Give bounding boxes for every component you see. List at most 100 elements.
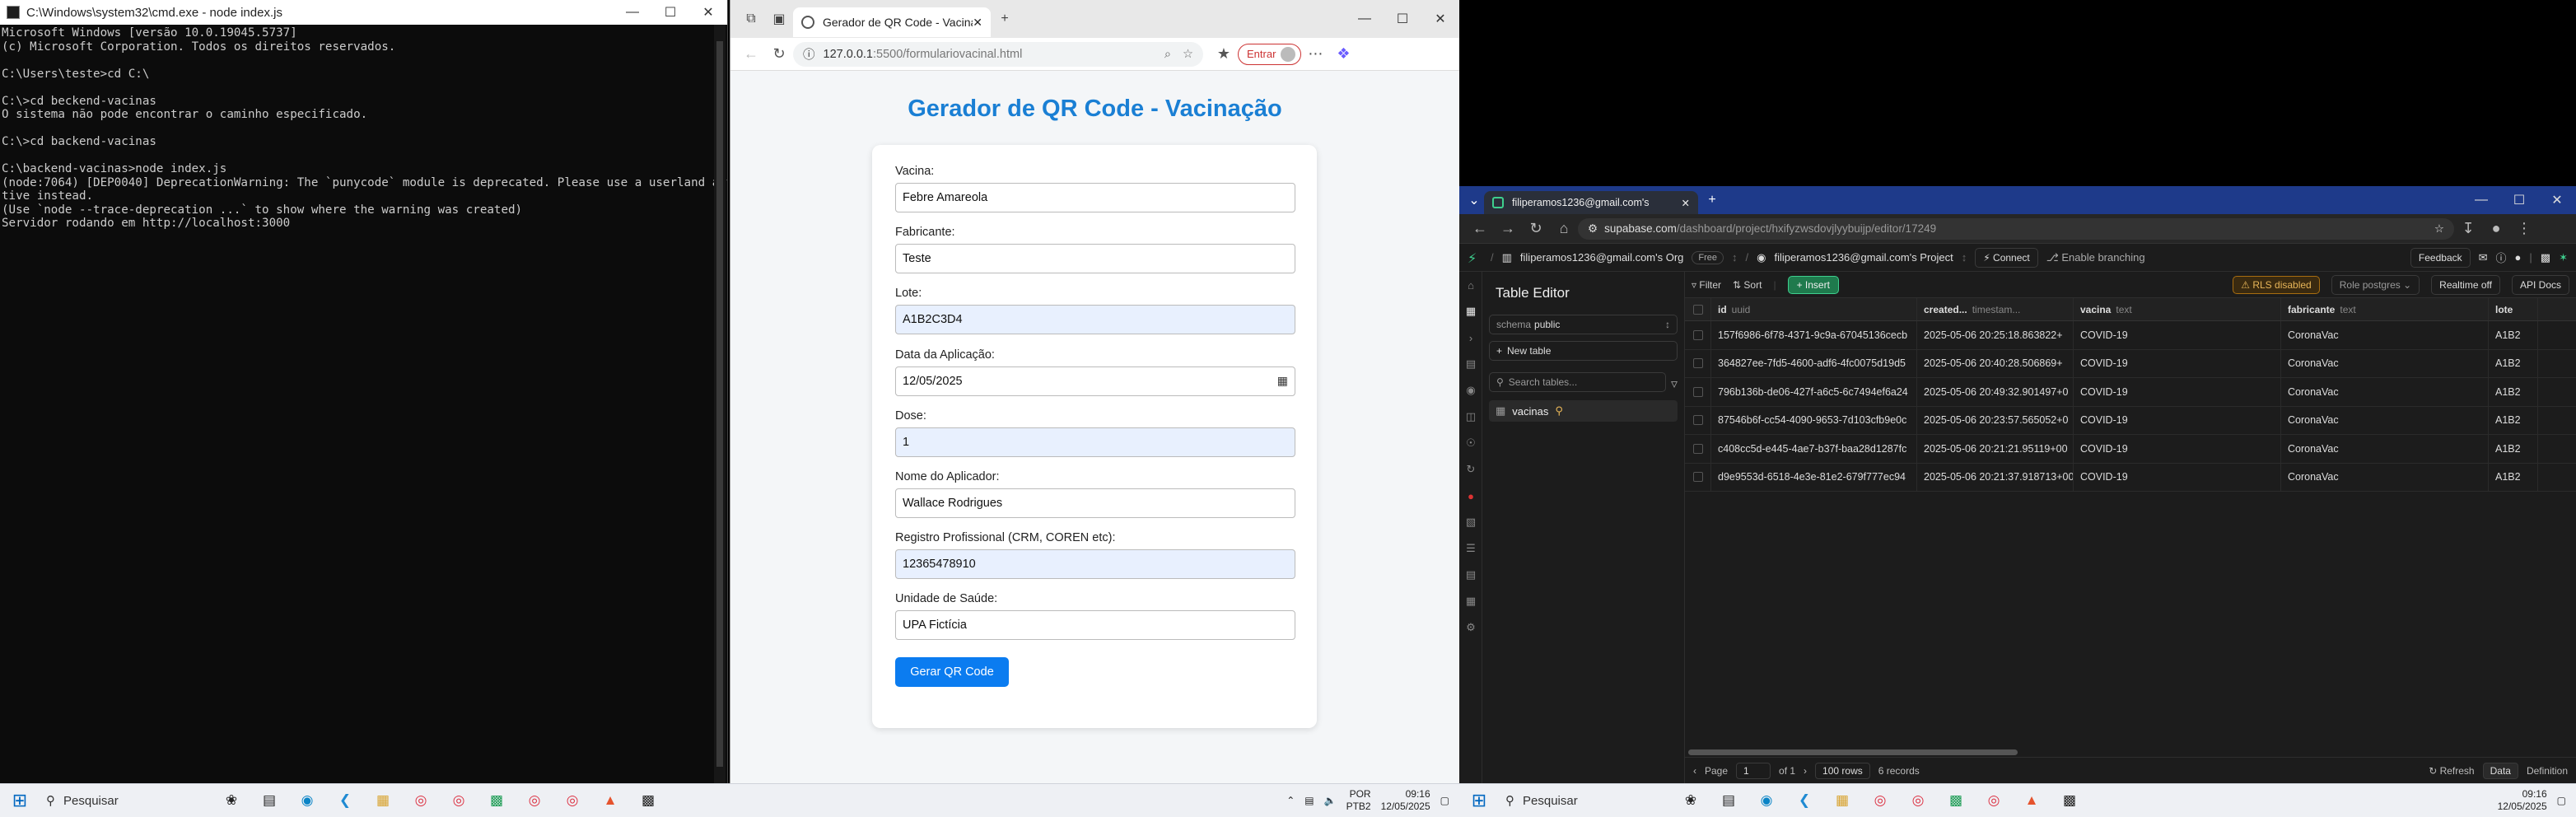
close-icon[interactable]: ✕ (689, 0, 727, 25)
copilot-icon[interactable]: ❖ (1329, 40, 1357, 68)
sidebar-item-vacinas[interactable]: ▦ vacinas ⚲ (1489, 400, 1678, 422)
api-docs-button[interactable]: API Docs (2511, 274, 2569, 295)
row-select[interactable] (1685, 463, 1711, 491)
clock[interactable]: 09:16 12/05/2025 (1381, 788, 1430, 813)
table-cell[interactable]: CoronaVac (2281, 321, 2489, 349)
calendar-icon[interactable]: ▦ (1277, 374, 1288, 388)
tab-data[interactable]: Data (2482, 762, 2518, 779)
terminal-icon[interactable]: ▩ (2051, 786, 2088, 815)
table-cell[interactable]: A1B2 (2489, 463, 2538, 491)
table-row[interactable]: c408cc5d-e445-4ae7-b37f-baa28d1287fc 2025… (1685, 435, 2576, 464)
table-cell[interactable]: A1B2 (2489, 321, 2538, 349)
select-all-checkbox[interactable] (1685, 298, 1711, 320)
search-tables-input[interactable]: ⚲ Search tables... (1489, 372, 1666, 392)
edge-functions-icon[interactable]: ↻ (1459, 456, 1482, 483)
task-view-icon[interactable]: ▤ (1710, 786, 1748, 815)
logs-icon[interactable]: ☰ (1459, 535, 1482, 562)
project-selector[interactable]: filiperamos1236@gmail.com's Project (1775, 251, 1953, 264)
column-header[interactable]: vacina text (2074, 298, 2281, 320)
enable-branching-button[interactable]: ⎇ Enable branching (2046, 251, 2145, 264)
feedback-button[interactable]: Feedback (2410, 247, 2471, 268)
integrations-icon[interactable]: ▦ (1459, 588, 1482, 614)
chrome-icon[interactable]: ◎ (1975, 786, 2013, 815)
field-input[interactable]: A1B2C3D4 (895, 305, 1295, 335)
table-cell[interactable]: A1B2 (2489, 435, 2538, 463)
assistant-icon[interactable]: ✶ (2559, 251, 2568, 264)
table-cell[interactable]: 796b136b-de06-427f-a6c5-6c7494ef6a24 (1711, 378, 1917, 406)
table-cell[interactable]: A1B2 (2489, 349, 2538, 377)
language-indicator[interactable]: POR PTB2 (1346, 788, 1371, 813)
taskbar-search[interactable]: ⚲ Pesquisar (40, 788, 212, 813)
new-table-button[interactable]: + New table (1489, 341, 1678, 361)
field-input[interactable]: Wallace Rodrigues (895, 488, 1295, 518)
table-cell[interactable]: COVID-19 (2074, 321, 2281, 349)
chrome-icon[interactable]: ◎ (516, 786, 553, 815)
column-header[interactable]: lote (2489, 298, 2538, 320)
schema-selector[interactable]: schema public ↕ (1489, 315, 1678, 334)
checkbox[interactable] (1692, 415, 1703, 426)
row-select[interactable] (1685, 349, 1711, 377)
cmd-window[interactable]: C:\Windows\system32\cmd.exe - node index… (0, 0, 728, 783)
table-row[interactable]: d9e9553d-6518-4e3e-81e2-679f777ec94 2025-… (1685, 463, 2576, 492)
supabase-window[interactable]: ⌄ filiperamos1236@gmail.com's ✕ + — ☐ ✕ … (1459, 186, 2576, 783)
close-tab-icon[interactable]: ✕ (973, 16, 982, 30)
maximize-icon[interactable]: ☐ (1384, 7, 1421, 31)
table-cell[interactable]: CoronaVac (2281, 349, 2489, 377)
tab-definition[interactable]: Definition (2527, 765, 2568, 777)
minimize-icon[interactable]: — (1346, 7, 1384, 31)
prev-page-icon[interactable]: ‹ (1693, 765, 1696, 777)
sign-in-button[interactable]: Entrar (1238, 43, 1302, 65)
refresh-icon[interactable]: ↻ (1522, 215, 1550, 243)
avatar[interactable]: ● (2515, 251, 2522, 264)
tab-qr-vacina[interactable]: Gerador de QR Code - Vacina ✕ (793, 7, 991, 37)
table-cell[interactable]: A1B2 (2489, 406, 2538, 434)
storage-icon[interactable]: ◫ (1459, 404, 1482, 430)
table-cell[interactable]: 2025-05-06 20:49:32.901497+0 (1917, 378, 2074, 406)
checkbox[interactable] (1692, 472, 1703, 483)
table-cell[interactable]: 2025-05-06 20:23:57.565052+0 (1917, 406, 2074, 434)
api-docs-icon[interactable]: ▤ (1459, 562, 1482, 588)
tab-supabase[interactable]: filiperamos1236@gmail.com's ✕ (1484, 191, 1698, 214)
chevron-updown-icon[interactable]: ↕ (1732, 251, 1738, 264)
connect-button[interactable]: ⚡ Connect (1975, 247, 2038, 268)
checkbox[interactable] (1692, 443, 1703, 454)
field-input[interactable]: 12/05/2025 ▦ (895, 366, 1295, 396)
field-input[interactable]: 12365478910 (895, 549, 1295, 580)
table-cell[interactable]: COVID-19 (2074, 349, 2281, 377)
chrome-icon[interactable]: ◎ (1899, 786, 1937, 815)
generate-qr-button[interactable]: Gerar QR Code (895, 656, 1009, 687)
checkbox[interactable] (1692, 329, 1703, 340)
auth-icon[interactable]: ◉ (1459, 377, 1482, 404)
minimize-icon[interactable]: — (2462, 186, 2500, 214)
table-cell[interactable]: 2025-05-06 20:21:37.918713+00 (1917, 463, 2074, 491)
table-cell[interactable]: 2025-05-06 20:21:21.95119+00 (1917, 435, 2074, 463)
chrome-icon[interactable]: ◎ (440, 786, 478, 815)
more-icon[interactable]: ⋮ (2510, 215, 2538, 243)
table-cell[interactable]: d9e9553d-6518-4e3e-81e2-679f777ec94 (1711, 463, 1917, 491)
favorites-icon[interactable]: ★ (1210, 40, 1238, 68)
realtime-toggle[interactable]: Realtime off (2431, 274, 2500, 295)
sheets-icon[interactable]: ▩ (1937, 786, 1975, 815)
field-input[interactable]: 1 (895, 427, 1295, 457)
table-editor-icon[interactable]: ▦ (1459, 298, 1482, 324)
volume-icon[interactable]: 🔈 (1324, 795, 1337, 806)
checkbox[interactable] (1692, 304, 1703, 315)
new-tab-icon[interactable]: + (991, 5, 1019, 33)
column-header[interactable]: id uuid (1711, 298, 1917, 320)
url-field[interactable]: ⓘ 127.0.0.1:5500/formulariovacinal.html … (793, 41, 1203, 67)
chevron-updown-icon[interactable]: ↕ (1962, 251, 1967, 264)
tab-actions-icon[interactable]: ▣ (765, 5, 793, 33)
task-view-icon[interactable]: ▤ (250, 786, 288, 815)
windows-start-icon[interactable]: ⊞ (0, 790, 40, 811)
table-cell[interactable]: CoronaVac (2281, 435, 2489, 463)
windows-start-icon[interactable]: ⊞ (1459, 790, 1499, 811)
org-selector[interactable]: filiperamos1236@gmail.com's Org (1520, 251, 1683, 264)
checkbox[interactable] (1692, 358, 1703, 369)
close-icon[interactable]: ✕ (1421, 7, 1459, 31)
table-cell[interactable]: 2025-05-06 20:40:28.506869+ (1917, 349, 2074, 377)
favorite-star-icon[interactable]: ☆ (1183, 48, 1193, 61)
close-icon[interactable]: ✕ (2538, 186, 2576, 214)
file-explorer-icon[interactable]: ▦ (364, 786, 402, 815)
sql-editor-icon[interactable]: › (1459, 324, 1482, 351)
scroll-thumb[interactable] (716, 41, 723, 767)
